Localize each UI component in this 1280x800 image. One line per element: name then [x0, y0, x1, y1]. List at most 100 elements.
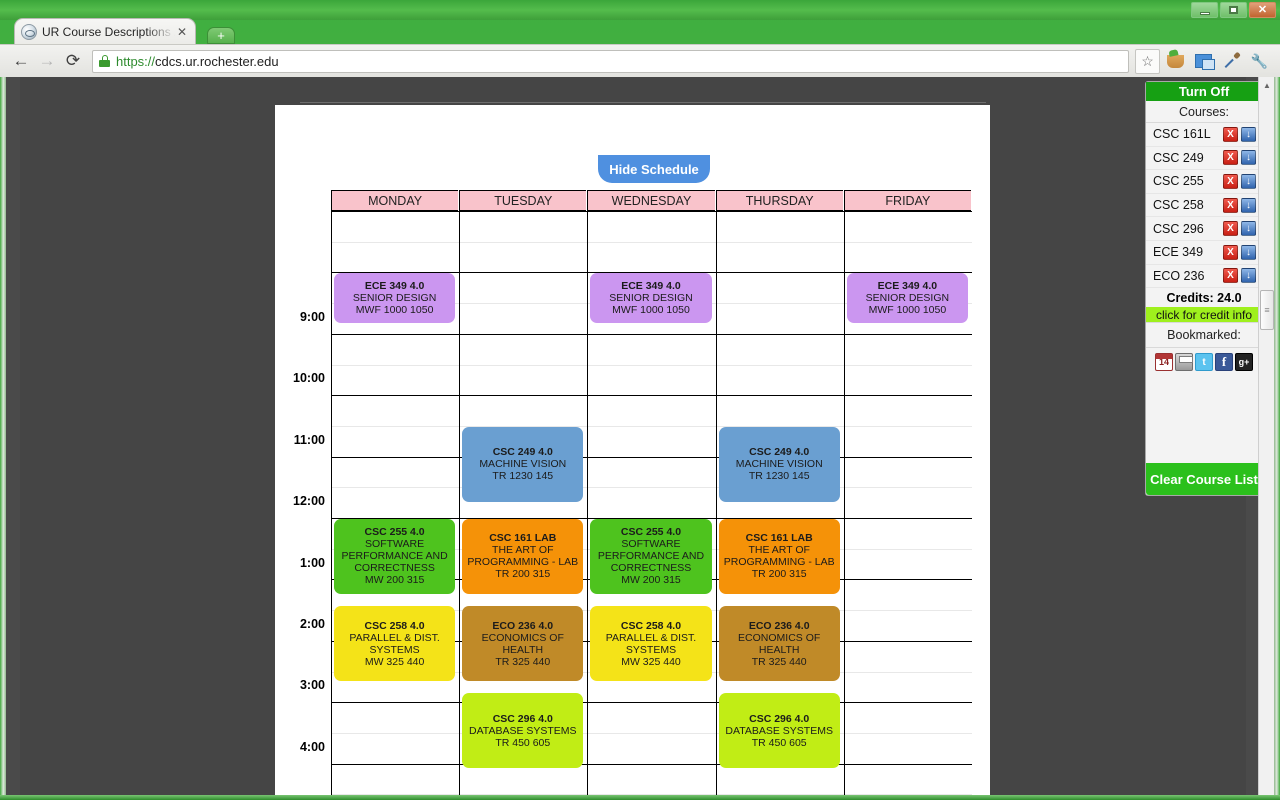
remove-course-icon[interactable]: X — [1223, 221, 1238, 237]
course-block-title: SENIOR DESIGN — [865, 292, 950, 305]
course-block[interactable]: ECO 236 4.0 ECONOMICS OF HEALTH TR 325 440 — [462, 606, 584, 681]
course-block-meeting-time: TR 325 440 — [495, 655, 551, 668]
course-block-meeting-time: TR 450 605 — [751, 736, 807, 749]
course-block[interactable]: ECE 349 4.0 SENIOR DESIGN MWF 1000 1050 — [334, 273, 456, 323]
download-course-icon[interactable]: ↓ — [1241, 173, 1256, 189]
tab-close-icon[interactable]: ✕ — [175, 25, 189, 39]
page-viewport: CRN Course Course Title Term Credits Sta… — [6, 77, 1274, 795]
turn-off-button[interactable]: Turn Off — [1146, 82, 1262, 101]
maximize-button[interactable] — [1220, 2, 1247, 18]
eyedropper-icon[interactable] — [1219, 49, 1244, 74]
browser-toolbar: ← → ⟳ https://cdcs.ur.rochester.edu ☆ 🔧 — [0, 44, 1280, 77]
window-frame-right — [1274, 77, 1280, 795]
course-block[interactable]: CSC 249 4.0 MACHINE VISION TR 1230 145 — [718, 426, 840, 502]
credit-info-link[interactable]: click for credit info — [1146, 307, 1262, 323]
hide-schedule-button[interactable]: Hide Schedule — [598, 155, 710, 183]
scroll-up-arrow-icon[interactable]: ▲ — [1259, 77, 1274, 94]
close-button[interactable]: ✕ — [1249, 2, 1276, 18]
course-block[interactable]: ECE 349 4.0 SENIOR DESIGN MWF 1000 1050 — [846, 273, 968, 323]
tab-title: UR Course Descriptions / C — [42, 25, 175, 39]
print-icon[interactable] — [1175, 353, 1193, 372]
time-label-2-00: 2:00 — [299, 617, 325, 631]
remove-course-icon[interactable]: X — [1223, 268, 1238, 284]
download-course-icon[interactable]: ↓ — [1241, 197, 1256, 213]
sidebar-course-code: CSC 255 — [1153, 174, 1204, 189]
download-course-icon[interactable]: ↓ — [1241, 244, 1256, 260]
remove-course-icon[interactable]: X — [1223, 197, 1238, 213]
course-list-widget: Turn Off Courses: CSC 161L X ↓ CSC 249 X ↓ CSC… — [1145, 81, 1263, 496]
sidebar-course-row: CSC 249 X ↓ — [1146, 147, 1262, 171]
sidebar-course-code: ECO 236 — [1153, 268, 1205, 283]
sidebar-course-row: ECE 349 X ↓ — [1146, 241, 1262, 265]
clear-course-list-button[interactable]: Clear Course List — [1146, 463, 1262, 495]
remove-course-icon[interactable]: X — [1223, 150, 1238, 166]
sidebar-course-code: CSC 296 — [1153, 221, 1204, 236]
url-host: cdcs.ur.rochester.edu — [155, 53, 279, 69]
extension-basket-icon[interactable] — [1163, 49, 1188, 74]
sidebar-course-list: CSC 161L X ↓ CSC 249 X ↓ CSC 255 X ↓ CSC 258 X ↓ CSC… — [1146, 123, 1262, 289]
minimize-button[interactable] — [1191, 2, 1218, 18]
course-block-code: CSC 296 4.0 — [492, 712, 553, 725]
course-block[interactable]: CSC 255 4.0 SOFTWARE PERFORMANCE AND CORR… — [334, 519, 456, 594]
calendar-icon[interactable]: 14 — [1155, 353, 1173, 372]
course-block[interactable]: CSC 258 4.0 PARALLEL & DIST. SYSTEMS MW 32… — [334, 606, 456, 681]
credits-total: Credits: 24.0 — [1166, 290, 1242, 305]
googleplus-icon[interactable]: g+ — [1235, 353, 1253, 372]
schedule-grid: MONDAY TUESDAY WEDNESDAY THURSDAY FRIDAY ECE … — [331, 190, 972, 795]
tab-ur-course-descriptions[interactable]: UR Course Descriptions / C ✕ — [14, 18, 196, 45]
address-bar[interactable]: https://cdcs.ur.rochester.edu — [92, 49, 1129, 73]
course-block-code: CSC 258 4.0 — [364, 619, 425, 632]
forward-button[interactable]: → — [34, 48, 60, 74]
course-block[interactable]: CSC 296 4.0 DATABASE SYSTEMS TR 450 605 — [462, 693, 584, 769]
bookmark-star-icon[interactable]: ☆ — [1135, 48, 1160, 74]
course-block[interactable]: CSC 161 LAB THE ART OF PROGRAMMING - LAB T… — [462, 519, 584, 594]
course-block[interactable]: CSC 255 4.0 SOFTWARE PERFORMANCE AND CORR… — [590, 519, 712, 594]
course-block[interactable]: ECO 236 4.0 ECONOMICS OF HEALTH TR 325 440 — [718, 606, 840, 681]
course-block[interactable]: CSC 161 LAB THE ART OF PROGRAMMING - LAB T… — [718, 519, 840, 594]
course-block[interactable]: ECE 349 4.0 SENIOR DESIGN MWF 1000 1050 — [590, 273, 712, 323]
course-block-meeting-time: MWF 1000 1050 — [612, 304, 690, 317]
course-block-code: ECE 349 4.0 — [364, 280, 425, 293]
download-course-icon[interactable]: ↓ — [1241, 268, 1256, 284]
course-block-code: ECE 349 4.0 — [621, 280, 681, 293]
reload-button[interactable]: ⟳ — [60, 48, 86, 74]
results-divider — [300, 102, 986, 103]
course-block-code: ECE 349 4.0 — [877, 280, 938, 293]
course-block[interactable]: CSC 249 4.0 MACHINE VISION TR 1230 145 — [462, 426, 584, 502]
course-block-meeting-time: TR 200 315 — [751, 568, 807, 581]
url-scheme: https:// — [116, 53, 156, 69]
course-block-meeting-time: MWF 1000 1050 — [355, 304, 434, 317]
time-label-11-00: 11:00 — [293, 432, 325, 447]
course-block-code: ECO 236 4.0 — [492, 619, 554, 632]
time-label-10-00: 10:00 — [293, 371, 325, 386]
new-tab-button[interactable]: + — [207, 27, 235, 44]
course-block[interactable]: CSC 258 4.0 PARALLEL & DIST. SYSTEMS MW 32… — [590, 606, 712, 681]
course-block-title: PARALLEL & DIST. SYSTEMS — [349, 631, 440, 656]
course-block-meeting-time: TR 1230 145 — [492, 470, 554, 483]
download-course-icon[interactable]: ↓ — [1241, 150, 1256, 166]
back-button[interactable]: ← — [8, 48, 34, 74]
time-label-4-00: 4:00 — [299, 739, 325, 754]
course-block-code: CSC 161 LAB — [745, 532, 813, 545]
time-label-9-00: 9:00 — [299, 310, 325, 324]
remove-course-icon[interactable]: X — [1223, 244, 1238, 260]
remove-course-icon[interactable]: X — [1223, 173, 1238, 189]
course-block-title: THE ART OF PROGRAMMING - LAB — [723, 544, 835, 569]
sidebar-course-row: CSC 258 X ↓ — [1146, 194, 1262, 218]
scrollbar-thumb[interactable]: ≡ — [1260, 290, 1274, 330]
wrench-menu-icon[interactable]: 🔧 — [1247, 49, 1272, 74]
course-block-code: CSC 258 4.0 — [620, 619, 682, 632]
page-scrollbar[interactable]: ▲ ≡ — [1258, 77, 1274, 795]
course-block-code: CSC 249 4.0 — [492, 446, 553, 459]
facebook-icon[interactable]: f — [1215, 353, 1233, 372]
course-block-meeting-time: MW 325 440 — [621, 655, 681, 668]
download-course-icon[interactable]: ↓ — [1241, 221, 1256, 237]
course-block-title: DATABASE SYSTEMS — [725, 724, 833, 737]
remove-course-icon[interactable]: X — [1223, 126, 1238, 142]
twitter-icon[interactable]: t — [1195, 353, 1213, 372]
course-block[interactable]: CSC 296 4.0 DATABASE SYSTEMS TR 450 605 — [718, 693, 840, 769]
course-block-meeting-time: MW 200 315 — [364, 574, 425, 587]
download-course-icon[interactable]: ↓ — [1241, 126, 1256, 142]
image-extension-icon[interactable] — [1191, 49, 1216, 74]
social-share-row: 14 t f g+ — [1146, 348, 1262, 376]
